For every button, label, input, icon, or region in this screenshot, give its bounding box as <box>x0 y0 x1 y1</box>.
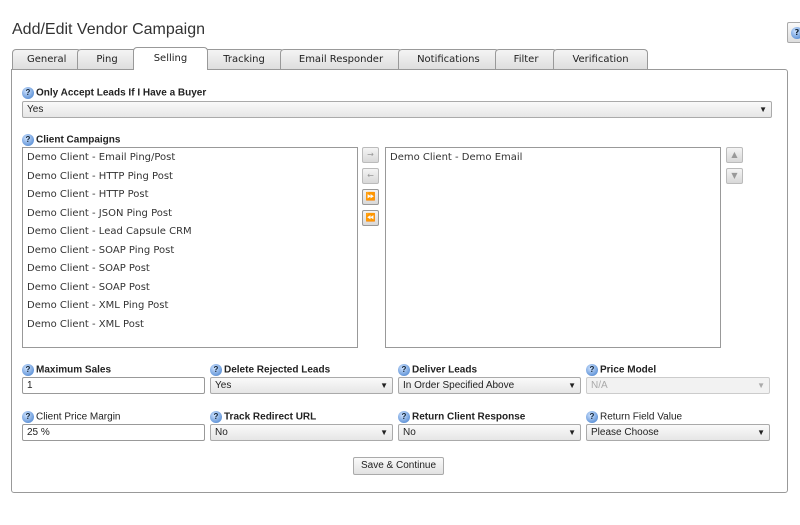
help-icon[interactable]: ? <box>398 411 410 423</box>
select-value: No <box>215 427 228 438</box>
tab-general[interactable]: General <box>12 49 82 70</box>
help-icon: ? <box>791 27 800 39</box>
list-item[interactable]: Demo Client - Demo Email <box>390 151 716 170</box>
label-text: Only Accept Leads If I Have a Buyer <box>36 87 207 99</box>
help-icon[interactable]: ? <box>210 364 222 376</box>
move-down-button[interactable]: ▼ <box>726 168 743 184</box>
tab-email-responder[interactable]: Email Responder <box>279 49 403 70</box>
label-text: Price Model <box>600 364 657 376</box>
tab-ping[interactable]: Ping <box>77 49 137 70</box>
list-item[interactable]: Demo Client - JSON Ping Post <box>27 207 353 226</box>
select-value: N/A <box>591 380 608 391</box>
client-campaigns-label: ? Client Campaigns <box>22 134 120 146</box>
client-price-margin-label: ? Client Price Margin <box>22 411 120 423</box>
select-value: No <box>403 427 416 438</box>
page-title: Add/Edit Vendor Campaign <box>12 21 206 38</box>
select-value: In Order Specified Above <box>403 380 515 391</box>
label-text: Maximum Sales <box>36 364 112 376</box>
remove-button[interactable]: ← <box>362 168 379 184</box>
price-model-select: N/A ▼ <box>586 377 770 394</box>
list-item[interactable]: Demo Client - SOAP Post <box>27 281 353 300</box>
help-button[interactable]: ? <box>787 22 800 43</box>
tab-verification[interactable]: Verification <box>553 49 648 70</box>
dropdown-arrow-icon: ▼ <box>759 105 767 114</box>
label-text: Return Client Response <box>412 411 526 423</box>
help-icon[interactable]: ? <box>586 411 598 423</box>
delete-rejected-label: ? Delete Rejected Leads <box>210 364 330 376</box>
list-item[interactable]: Demo Client - Lead Capsule CRM <box>27 225 353 244</box>
track-redirect-label: ? Track Redirect URL <box>210 411 316 423</box>
return-field-value-label: ? Return Field Value <box>586 411 682 423</box>
dropdown-arrow-icon: ▼ <box>568 381 576 390</box>
save-continue-button[interactable]: Save & Continue <box>353 457 444 475</box>
client-price-margin-input[interactable]: 25 % <box>22 424 205 441</box>
selected-campaigns-list[interactable]: Demo Client - Demo Email <box>385 147 721 348</box>
only-accept-label: ? Only Accept Leads If I Have a Buyer <box>22 87 206 99</box>
move-up-button[interactable]: ▲ <box>726 147 743 163</box>
label-text: Return Field Value <box>600 411 683 423</box>
tab-notifications[interactable]: Notifications <box>398 49 499 70</box>
deliver-leads-select[interactable]: In Order Specified Above ▼ <box>398 377 581 394</box>
help-icon[interactable]: ? <box>398 364 410 376</box>
available-campaigns-list[interactable]: Demo Client - Email Ping/Post Demo Clien… <box>22 147 358 348</box>
dropdown-arrow-icon: ▼ <box>380 428 388 437</box>
label-text: Client Price Margin <box>36 411 121 423</box>
list-item[interactable]: Demo Client - XML Ping Post <box>27 299 353 318</box>
return-field-value-select[interactable]: Please Choose ▼ <box>586 424 770 441</box>
return-client-response-select[interactable]: No ▼ <box>398 424 581 441</box>
help-icon[interactable]: ? <box>22 87 34 99</box>
list-item[interactable]: Demo Client - SOAP Post <box>27 262 353 281</box>
select-value: Please Choose <box>591 427 659 438</box>
label-text: Deliver Leads <box>412 364 478 376</box>
help-icon[interactable]: ? <box>22 411 34 423</box>
dropdown-arrow-icon: ▼ <box>757 428 765 437</box>
add-all-button[interactable]: ⏩ <box>362 189 379 205</box>
deliver-leads-label: ? Deliver Leads <box>398 364 477 376</box>
select-value: Yes <box>27 104 44 115</box>
add-button[interactable]: → <box>362 147 379 163</box>
price-model-label: ? Price Model <box>586 364 656 376</box>
tab-filter[interactable]: Filter <box>494 49 558 70</box>
label-text: Client Campaigns <box>36 134 121 146</box>
list-item[interactable]: Demo Client - HTTP Post <box>27 188 353 207</box>
select-value: Yes <box>215 380 232 391</box>
max-sales-input[interactable]: 1 <box>22 377 205 394</box>
help-icon[interactable]: ? <box>22 364 34 376</box>
max-sales-label: ? Maximum Sales <box>22 364 111 376</box>
help-icon[interactable]: ? <box>22 134 34 146</box>
label-text: Delete Rejected Leads <box>224 364 331 376</box>
only-accept-select[interactable]: Yes ▼ <box>22 101 772 118</box>
delete-rejected-select[interactable]: Yes ▼ <box>210 377 393 394</box>
track-redirect-select[interactable]: No ▼ <box>210 424 393 441</box>
help-icon[interactable]: ? <box>586 364 598 376</box>
remove-all-button[interactable]: ⏪ <box>362 210 379 226</box>
list-item[interactable]: Demo Client - XML Post <box>27 318 353 337</box>
label-text: Track Redirect URL <box>224 411 317 423</box>
return-client-response-label: ? Return Client Response <box>398 411 525 423</box>
tab-selling[interactable]: Selling <box>132 47 209 70</box>
tab-bar: General Ping Selling Tracking Email Resp… <box>12 47 648 70</box>
dropdown-arrow-icon: ▼ <box>757 381 765 390</box>
list-item[interactable]: Demo Client - SOAP Ping Post <box>27 244 353 263</box>
help-icon[interactable]: ? <box>210 411 222 423</box>
tab-tracking[interactable]: Tracking <box>204 49 284 70</box>
dropdown-arrow-icon: ▼ <box>568 428 576 437</box>
list-item[interactable]: Demo Client - HTTP Ping Post <box>27 170 353 189</box>
list-item[interactable]: Demo Client - Email Ping/Post <box>27 151 353 170</box>
dropdown-arrow-icon: ▼ <box>380 381 388 390</box>
